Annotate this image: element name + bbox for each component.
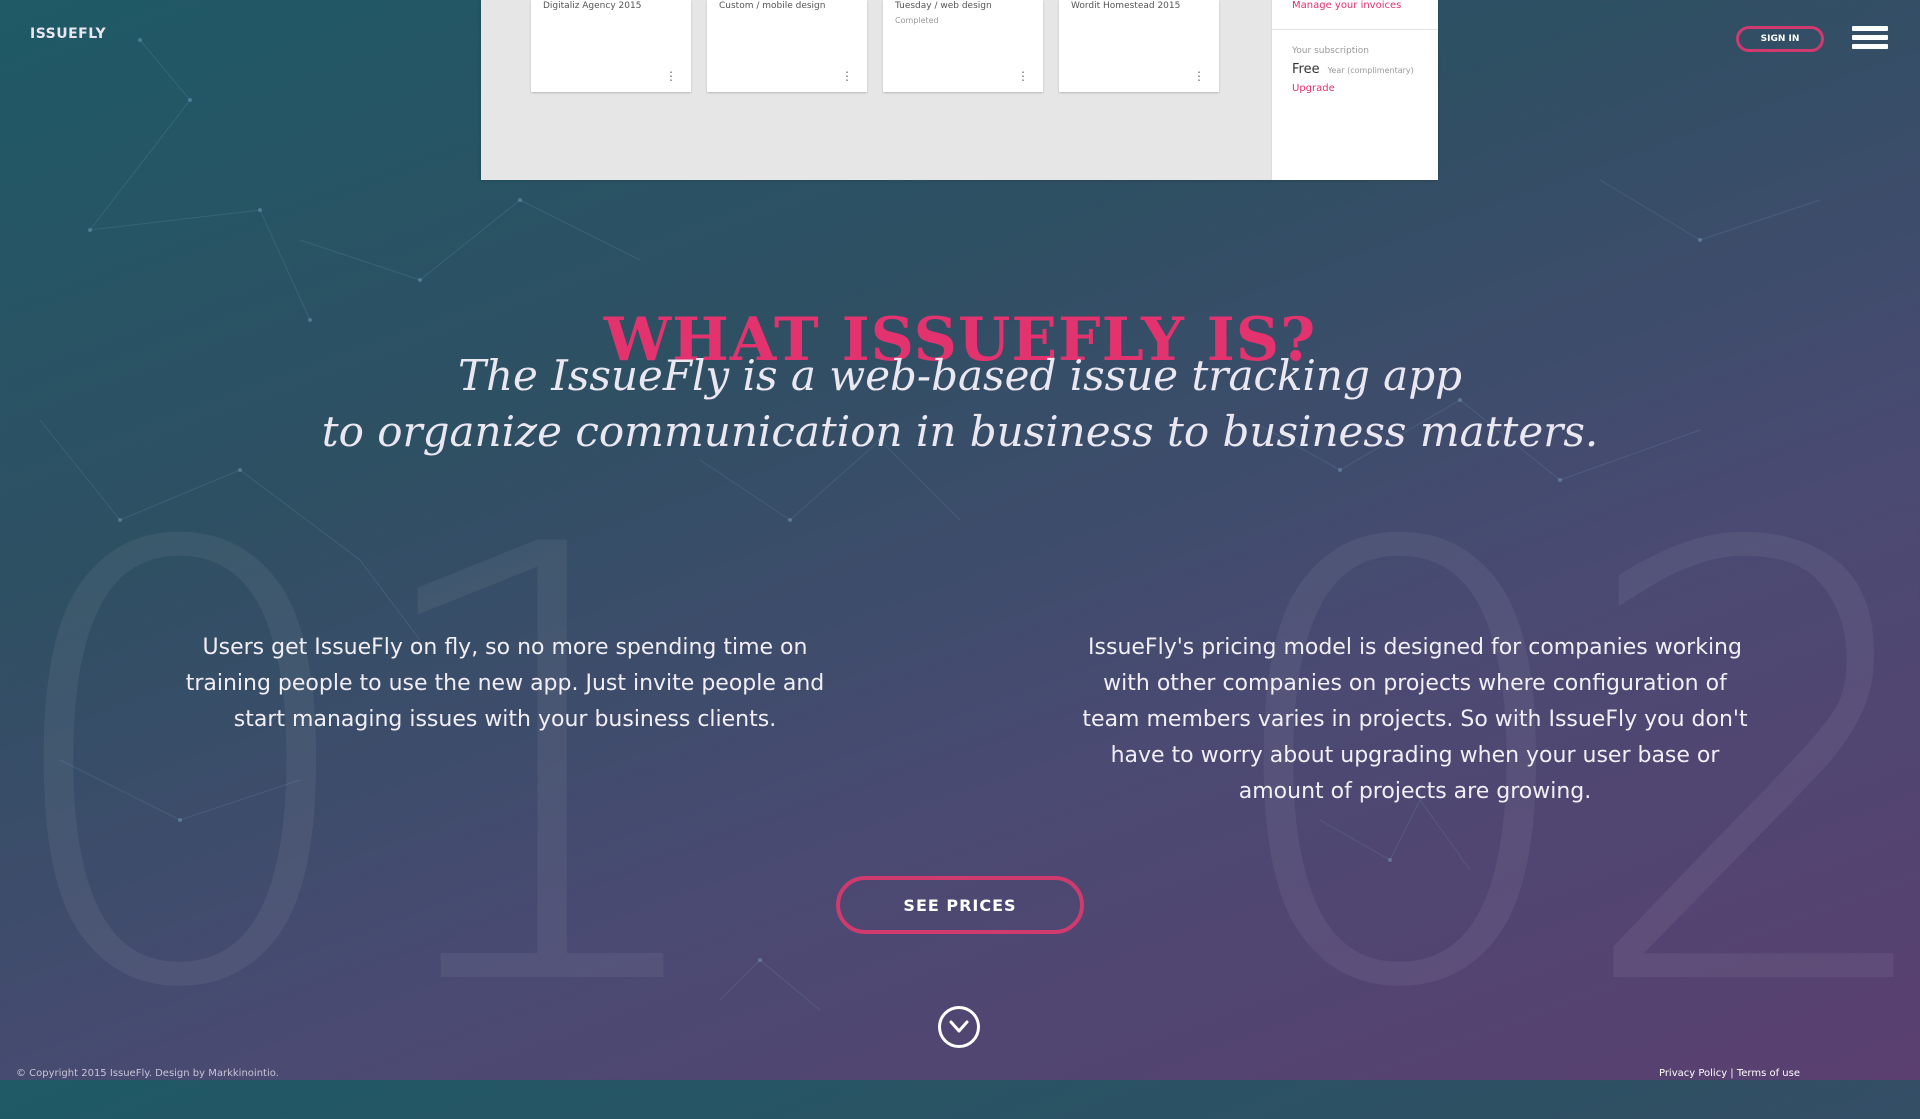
feature-text-01: Users get IssueFly on fly, so no more sp… — [185, 635, 825, 732]
background-number-01: 01 — [0, 420, 733, 1119]
project-card-title: Tuesday / web design — [895, 1, 992, 11]
project-card: Wordit Homestead 2015 ⋮ — [1059, 0, 1219, 92]
more-options-icon: ⋮ — [1193, 69, 1205, 83]
plan-note: Year (complimentary) — [1327, 66, 1414, 75]
chevron-down-icon — [949, 1020, 969, 1033]
chevron-down-circle-icon[interactable] — [938, 1006, 980, 1048]
see-prices-button[interactable]: SEE PRICES — [836, 876, 1084, 934]
legal-links[interactable]: Privacy Policy | Terms of use — [1659, 1068, 1800, 1079]
plan-name: Free Year (complimentary) — [1272, 56, 1438, 77]
project-card: Digitaliz Agency 2015 ⋮ — [531, 0, 691, 92]
project-card-title: Digitaliz Agency 2015 — [543, 1, 642, 11]
manage-invoices-link: Manage your invoices — [1292, 0, 1402, 11]
logo[interactable]: ISSUEFLY — [30, 26, 106, 42]
subtitle-line-1: The IssueFly is a web-based issue tracki… — [457, 351, 1462, 400]
section-subtitle: The IssueFly is a web-based issue tracki… — [0, 348, 1920, 460]
hamburger-menu-icon[interactable] — [1852, 26, 1888, 54]
sign-in-button[interactable]: SIGN IN — [1736, 26, 1824, 52]
more-options-icon: ⋮ — [841, 69, 853, 83]
subscription-panel: Manage your invoices Your subscription F… — [1271, 0, 1438, 180]
project-card-status: Completed — [895, 16, 939, 25]
upgrade-link: Upgrade — [1292, 83, 1335, 94]
subscription-label: Your subscription — [1292, 46, 1369, 56]
copyright-text: © Copyright 2015 IssueFly. Design by Mar… — [16, 1068, 279, 1079]
project-card-title: Custom / mobile design — [719, 1, 826, 11]
project-card-title: Wordit Homestead 2015 — [1071, 1, 1181, 11]
app-preview-screenshot: Digitaliz Agency 2015 ⋮ Custom / mobile … — [481, 0, 1438, 180]
subtitle-line-2: to organize communication in business to… — [321, 407, 1599, 456]
more-options-icon: ⋮ — [665, 69, 677, 83]
project-card: Custom / mobile design ⋮ — [707, 0, 867, 92]
project-card: Tuesday / web design Completed ⋮ — [883, 0, 1043, 92]
more-options-icon: ⋮ — [1017, 69, 1029, 83]
feature-text-02: IssueFly's pricing model is designed for… — [1082, 635, 1748, 804]
plan-value: Free — [1292, 62, 1320, 77]
